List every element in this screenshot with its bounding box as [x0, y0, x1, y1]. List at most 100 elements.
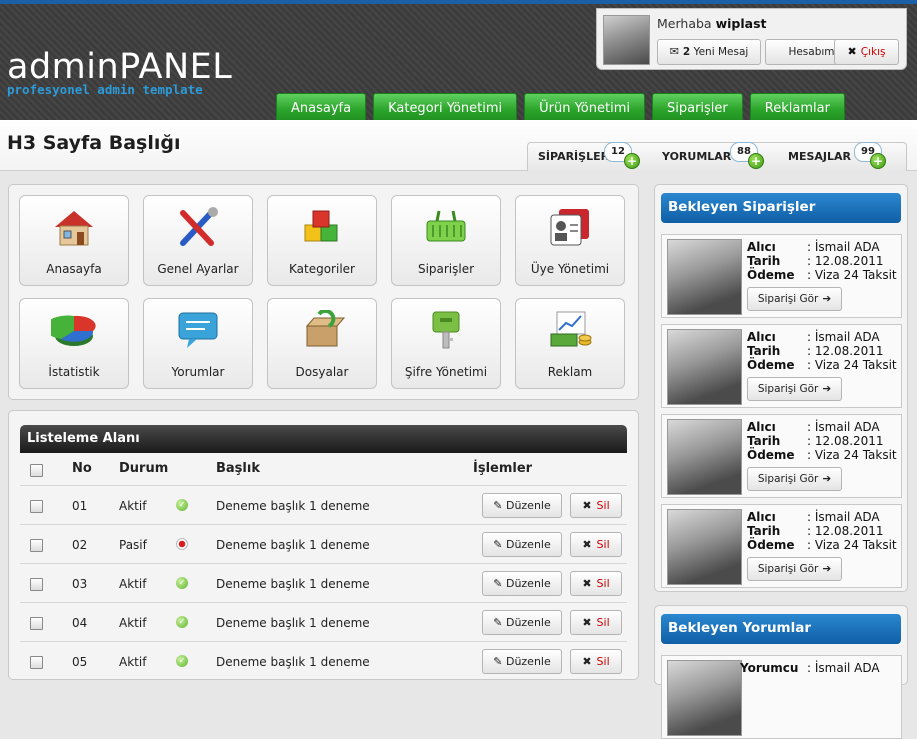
customer-photo: [667, 239, 742, 315]
delete-button[interactable]: ✖ Sil: [570, 571, 622, 596]
tab-orders[interactable]: SİPARİŞLER 12 +: [538, 142, 640, 169]
plus-icon: +: [748, 153, 764, 169]
row-title: Deneme başlık 1 deneme: [216, 499, 370, 513]
pencil-icon: ✎: [493, 538, 503, 551]
author-label: Yorumcu: [740, 661, 799, 675]
edit-button[interactable]: ✎ Düzenle: [482, 532, 562, 557]
pending-comments-title: Bekleyen Yorumlar: [668, 620, 812, 636]
tile-label: Dosyalar: [295, 365, 349, 379]
row-status: Pasif: [119, 538, 147, 552]
view-order-button[interactable]: Siparişi Gör ➔: [747, 377, 842, 401]
row-checkbox[interactable]: [30, 539, 43, 552]
table-row: 04 Aktif ✓ Deneme başlık 1 deneme ✎ Düze…: [20, 602, 627, 642]
tile-categories[interactable]: Kategoriler: [267, 195, 377, 286]
delete-button[interactable]: ✖ Sil: [570, 493, 622, 518]
tile-password[interactable]: Şifre Yönetimi: [391, 298, 501, 389]
messages-button[interactable]: ✉ 2 Yeni Mesaj: [657, 39, 761, 65]
row-status: Aktif: [119, 616, 147, 630]
delete-button[interactable]: ✖ Sil: [570, 532, 622, 557]
edit-button[interactable]: ✎ Düzenle: [482, 493, 562, 518]
tab-comments[interactable]: YORUMLAR 88 +: [662, 142, 764, 169]
select-all-checkbox[interactable]: [30, 464, 43, 477]
pending-orders-header: Bekleyen Siparişler: [661, 193, 901, 223]
close-icon: ✖: [582, 616, 592, 629]
plus-icon: +: [624, 153, 640, 169]
row-checkbox[interactable]: [30, 617, 43, 630]
nav-item-ads[interactable]: Reklamlar: [749, 93, 845, 123]
tile-settings[interactable]: Genel Ayarlar: [143, 195, 253, 286]
payment-label: Ödeme: [747, 358, 795, 372]
tile-statistics[interactable]: İstatistik: [19, 298, 129, 389]
edit-button[interactable]: ✎ Düzenle: [482, 571, 562, 596]
view-order-button[interactable]: Siparişi Gör ➔: [747, 557, 842, 581]
tab-messages[interactable]: MESAJLAR 99 +: [788, 142, 886, 169]
pencil-icon: ✎: [493, 616, 503, 629]
buyer-value: : İsmail ADA: [807, 420, 880, 434]
delete-button[interactable]: ✖ Sil: [570, 610, 622, 635]
view-order-label: Siparişi Gör: [757, 383, 819, 395]
row-title: Deneme başlık 1 deneme: [216, 655, 370, 669]
key-icon: [432, 311, 460, 349]
column-status: Durum: [119, 461, 169, 476]
date-value: : 12.08.2011: [807, 434, 884, 448]
close-icon: ✖: [582, 538, 592, 551]
tile-ads[interactable]: Reklam: [515, 298, 625, 389]
pending-comments-header: Bekleyen Yorumlar: [661, 614, 901, 644]
tile-home[interactable]: Anasayfa: [19, 195, 129, 286]
table-row: 05 Aktif ✓ Deneme başlık 1 deneme ✎ Düze…: [20, 641, 627, 681]
tile-label: Siparişler: [417, 262, 475, 276]
row-no: 03: [72, 577, 88, 591]
edit-label: Düzenle: [505, 499, 551, 512]
payment-value: : Viza 24 Taksit: [807, 358, 897, 372]
table-row: 01 Aktif ✓ Deneme başlık 1 deneme ✎ Düze…: [20, 485, 627, 525]
nav-item-home[interactable]: Anasayfa: [276, 93, 367, 123]
shortcut-panel: Anasayfa Genel Ayarlar Kategoriler Sipar…: [8, 184, 639, 400]
tile-label: Kategoriler: [289, 262, 355, 276]
nav-item-product-management[interactable]: Ürün Yönetimi: [524, 93, 645, 123]
payment-value: : Viza 24 Taksit: [807, 268, 897, 282]
logo[interactable]: adminPANEL profesyonel admin template: [7, 48, 232, 97]
customer-photo: [667, 419, 742, 495]
delete-label: Sil: [596, 655, 610, 668]
user-box: Merhaba wiplast ✉ 2 Yeni Mesaj Hesabım ✖ Ç…: [596, 8, 907, 70]
envelope-icon: ✉: [669, 45, 679, 58]
author-value: : İsmail ADA: [807, 661, 880, 675]
greeting-text: Merhaba: [657, 16, 712, 31]
nav-item-orders[interactable]: Siparişler: [652, 93, 743, 123]
tile-label: Şifre Yönetimi: [404, 365, 488, 379]
view-order-button[interactable]: Siparişi Gör ➔: [747, 287, 842, 311]
edit-button[interactable]: ✎ Düzenle: [482, 649, 562, 674]
close-icon: ✖: [847, 45, 857, 58]
logout-button[interactable]: ✖ Çıkış: [834, 39, 899, 65]
buyer-value: : İsmail ADA: [807, 330, 880, 344]
row-checkbox[interactable]: [30, 578, 43, 591]
pending-comments-panel: Bekleyen Yorumlar Yorumcu : İsmail ADA: [654, 605, 908, 739]
customer-photo: [667, 509, 742, 585]
delete-button[interactable]: ✖ Sil: [570, 649, 622, 674]
payment-value: : Viza 24 Taksit: [807, 538, 897, 552]
box-icon: [305, 310, 345, 347]
view-order-button[interactable]: Siparişi Gör ➔: [747, 467, 842, 491]
row-no: 04: [72, 616, 88, 630]
order-card: Alıcı : İsmail ADA Tarih : 12.08.2011 Öd…: [661, 234, 902, 318]
tile-orders[interactable]: Siparişler: [391, 195, 501, 286]
date-label: Tarih: [747, 254, 781, 268]
row-checkbox[interactable]: [30, 500, 43, 513]
payment-label: Ödeme: [747, 538, 795, 552]
tile-label: Reklam: [547, 365, 593, 379]
status-inactive-icon: [176, 538, 188, 550]
edit-button[interactable]: ✎ Düzenle: [482, 610, 562, 635]
close-icon: ✖: [582, 577, 592, 590]
close-icon: ✖: [582, 655, 592, 668]
row-no: 05: [72, 655, 88, 669]
comment-icon: [178, 312, 218, 348]
tile-members[interactable]: Üye Yönetimi: [515, 195, 625, 286]
row-status: Aktif: [119, 499, 147, 513]
row-checkbox[interactable]: [30, 656, 43, 669]
tile-files[interactable]: Dosyalar: [267, 298, 377, 389]
nav-item-category-management[interactable]: Kategori Yönetimi: [373, 93, 518, 123]
payment-label: Ödeme: [747, 448, 795, 462]
tile-comments[interactable]: Yorumlar: [143, 298, 253, 389]
id-card-icon: [550, 209, 589, 246]
list-panel: Listeleme Alanı No Durum Başlık İşlemler…: [8, 410, 639, 680]
